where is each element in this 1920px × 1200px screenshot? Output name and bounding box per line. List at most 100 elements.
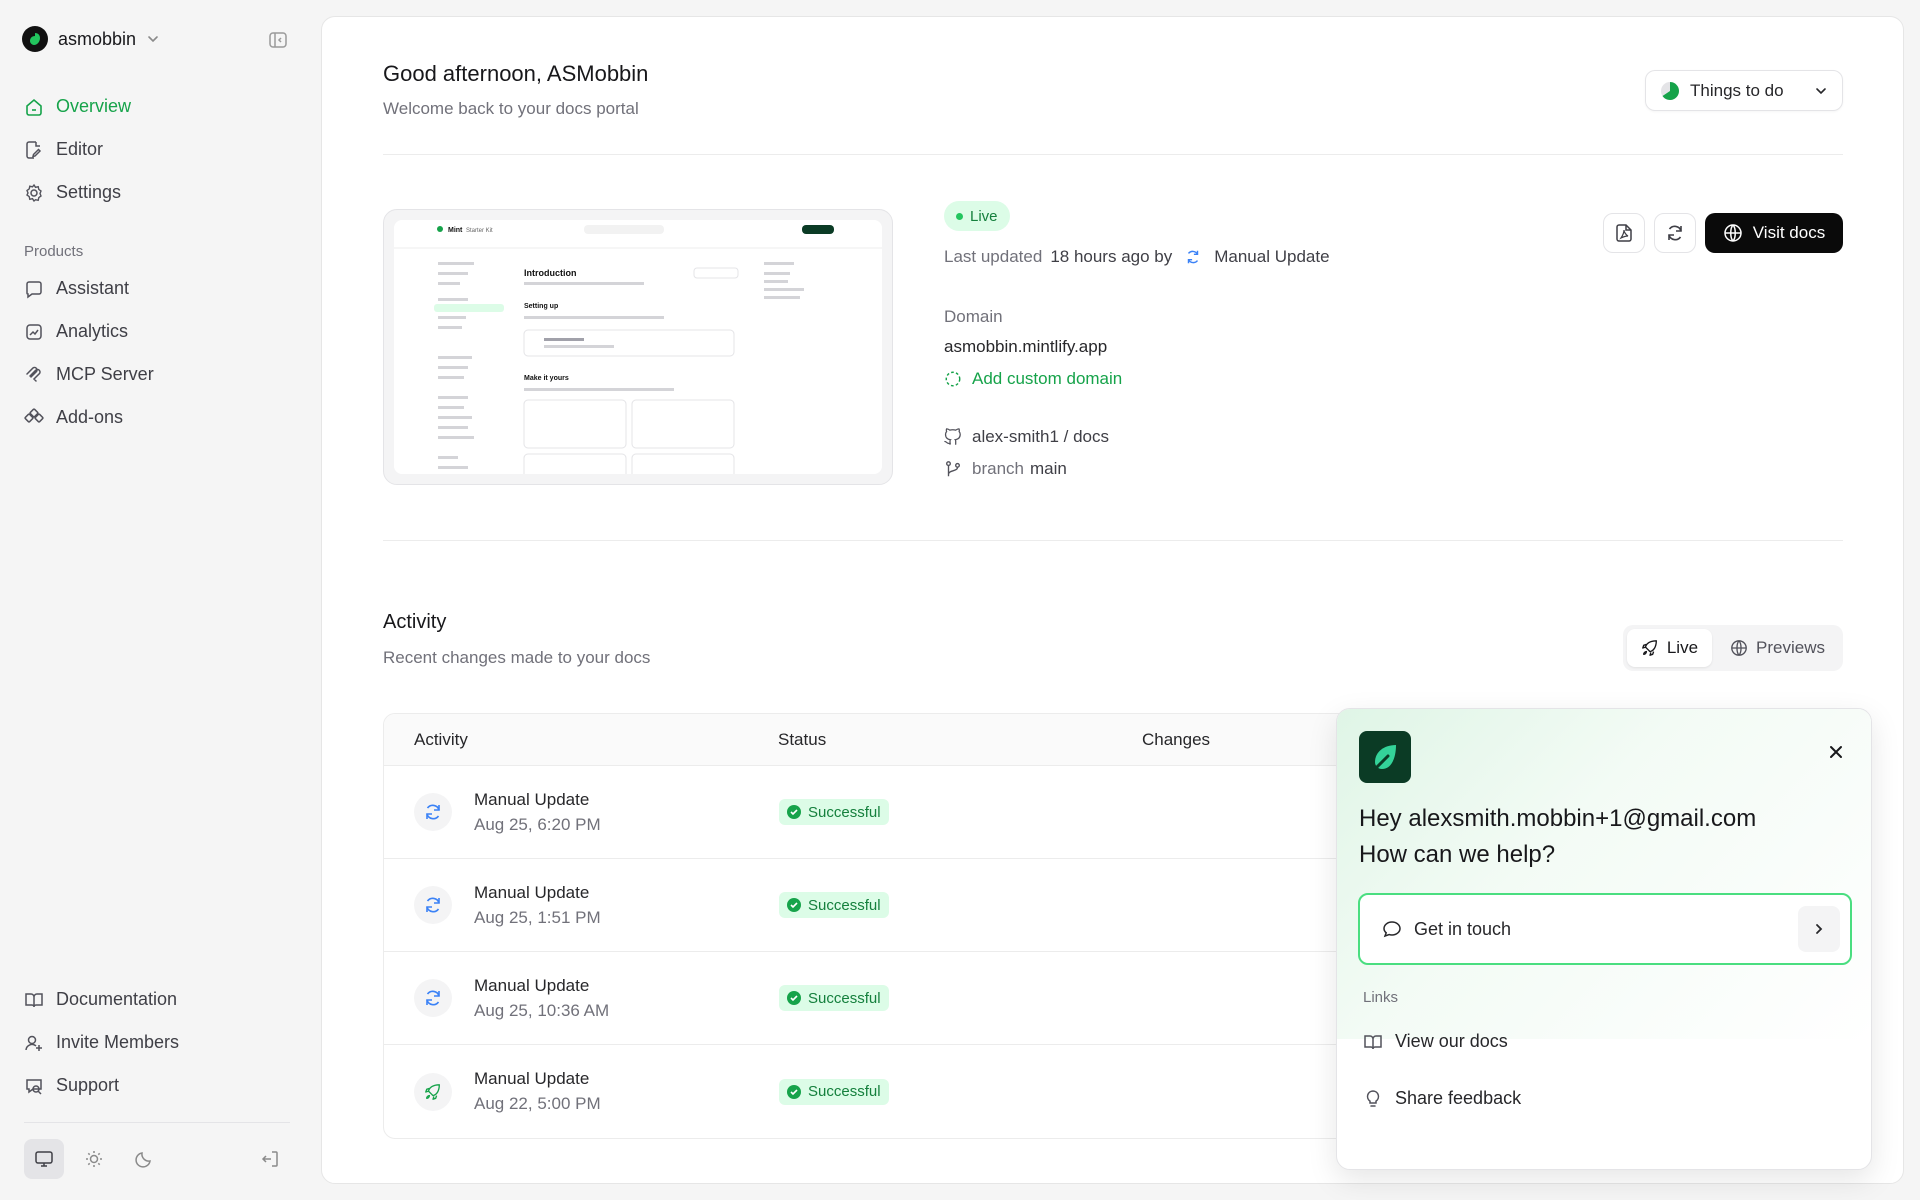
- theme-dark-button[interactable]: [124, 1139, 164, 1179]
- help-gradient: [1337, 709, 1871, 1039]
- repo-link[interactable]: alex-smith1 / docs: [944, 427, 1330, 447]
- refresh-icon: [1188, 250, 1199, 264]
- domain-value: asmobbin.mintlify.app: [944, 337, 1108, 356]
- row-date: Aug 25, 1:51 PM: [474, 907, 601, 927]
- chevron-down-icon: [148, 36, 158, 43]
- org-name: asmobbin: [58, 28, 137, 49]
- row-date: Aug 22, 5:00 PM: [474, 1094, 601, 1113]
- status-badge: Successful: [779, 799, 889, 825]
- get-in-touch-label: Get in touch: [1414, 918, 1512, 939]
- activity-filter-toggle: Live Previews: [1622, 625, 1843, 671]
- row-text: Manual Update Aug 25, 1:51 PM: [474, 883, 601, 928]
- theme-system-button[interactable]: [24, 1139, 64, 1179]
- mcp-icon: [26, 366, 41, 382]
- column-status: Status: [778, 729, 827, 749]
- toggle-live[interactable]: Live: [1626, 629, 1713, 667]
- add-custom-domain-link[interactable]: Add custom domain: [944, 369, 1330, 389]
- nav-label: Support: [56, 1075, 120, 1095]
- editor-icon: [26, 140, 42, 159]
- org-switcher[interactable]: asmobbin: [22, 26, 160, 52]
- nav-item-analytics[interactable]: Analytics: [24, 310, 294, 353]
- preview-title: Introduction: [524, 268, 577, 278]
- last-updated-by: Manual Update: [1214, 247, 1330, 266]
- check-circle-icon: [787, 898, 801, 912]
- logout-button[interactable]: [250, 1139, 290, 1179]
- nav-item-overview[interactable]: Overview: [24, 85, 294, 128]
- rocket-icon: [425, 1083, 440, 1100]
- export-pdf-button[interactable]: [1603, 213, 1645, 253]
- row-icon: [414, 886, 452, 924]
- close-icon: [1830, 746, 1842, 758]
- nav-item-documentation[interactable]: Documentation: [24, 978, 294, 1021]
- activity-header: Activity Recent changes made to your doc…: [383, 611, 650, 668]
- toggle-previews-label: Previews: [1756, 638, 1825, 657]
- collapse-sidebar-button[interactable]: [268, 30, 290, 52]
- book-open-icon: [1364, 1034, 1382, 1049]
- chevron-down-icon: [1816, 87, 1826, 94]
- globe-icon: [1724, 224, 1742, 242]
- help-greeting-line1: Hey alexsmith.mobbin+1@gmail.com: [1359, 805, 1757, 832]
- activity-title: Activity: [383, 611, 447, 633]
- sun-icon: [86, 1151, 102, 1167]
- theme-light-button[interactable]: [74, 1139, 114, 1179]
- file-pdf-icon: [1616, 224, 1632, 242]
- row-text: Manual Update Aug 25, 6:20 PM: [474, 790, 601, 835]
- nav-label: Settings: [56, 182, 122, 202]
- nav-item-assistant[interactable]: Assistant: [24, 267, 294, 310]
- get-in-touch-button[interactable]: Get in touch: [1358, 893, 1852, 965]
- sidebar: asmobbin Overview Editor Settings Produc…: [0, 0, 316, 1200]
- check-circle-icon: [787, 805, 801, 819]
- chevron-right-icon: [1816, 924, 1823, 934]
- visit-docs-button[interactable]: Visit docs: [1705, 213, 1843, 253]
- branch-label: branch: [972, 459, 1024, 478]
- docs-preview-screen: Mint Starter Kit Introduction Setting up: [394, 220, 882, 474]
- live-dot-icon: [956, 212, 963, 220]
- nav-item-mcp-server[interactable]: MCP Server: [24, 353, 294, 396]
- status-badge: Successful: [779, 1078, 889, 1105]
- row-icon: [414, 979, 452, 1017]
- things-to-do-dropdown[interactable]: Things to do: [1645, 70, 1843, 111]
- redeploy-button[interactable]: [1654, 213, 1696, 253]
- preview-setup: Setting up: [524, 303, 558, 310]
- products-section-label: Products: [24, 242, 84, 260]
- nav-label: MCP Server: [56, 364, 154, 384]
- docs-preview-illustration: Mint Starter Kit Introduction Setting up: [394, 225, 882, 474]
- monitor-icon: [35, 1151, 53, 1167]
- view-our-docs-link[interactable]: View our docs: [1363, 1031, 1508, 1052]
- org-logo: [22, 26, 48, 52]
- docs-preview[interactable]: Mint Starter Kit Introduction Setting up: [383, 209, 893, 485]
- toggle-previews[interactable]: Previews: [1716, 629, 1839, 667]
- status-label: Successful: [808, 989, 881, 1007]
- sidebar-collapse-icon: [269, 32, 287, 48]
- last-updated-prefix: Last updated: [944, 247, 1043, 266]
- nav-label: Overview: [56, 96, 132, 116]
- nav-item-editor[interactable]: Editor: [24, 128, 294, 171]
- page-title: Good afternoon, ASMobbin: [383, 61, 649, 86]
- visit-docs-label: Visit docs: [1752, 223, 1826, 242]
- nav-label: Assistant: [56, 278, 130, 298]
- row-title: Manual Update: [474, 789, 590, 809]
- support-icon: [26, 1078, 42, 1095]
- leaf-logo-icon: [1373, 745, 1396, 771]
- nav-item-add-ons[interactable]: Add-ons: [24, 396, 294, 439]
- github-icon: [944, 428, 961, 445]
- row-text: Manual Update Aug 22, 5:00 PM: [474, 1069, 601, 1114]
- logout-icon: [261, 1151, 278, 1167]
- nav-item-support[interactable]: Support: [24, 1064, 294, 1107]
- get-in-touch-arrow: [1798, 906, 1840, 952]
- nav-item-invite-members[interactable]: Invite Members: [24, 1021, 294, 1064]
- row-date: Aug 25, 6:20 PM: [474, 814, 601, 834]
- row-text: Manual Update Aug 25, 10:36 AM: [474, 976, 609, 1021]
- gear-icon: [26, 183, 42, 202]
- toggle-live-label: Live: [1666, 638, 1699, 657]
- globe-icon: [1731, 640, 1747, 656]
- view-our-docs-label: View our docs: [1395, 1031, 1508, 1051]
- status-label: Successful: [808, 803, 881, 821]
- dashed-circle-icon: [945, 371, 961, 387]
- refresh-icon: [1668, 225, 1682, 241]
- share-feedback-link[interactable]: Share feedback: [1363, 1088, 1521, 1109]
- nav-item-settings[interactable]: Settings: [24, 171, 294, 214]
- refresh-icon: [426, 990, 440, 1006]
- close-button[interactable]: [1827, 743, 1845, 761]
- rocket-icon: [1641, 640, 1657, 656]
